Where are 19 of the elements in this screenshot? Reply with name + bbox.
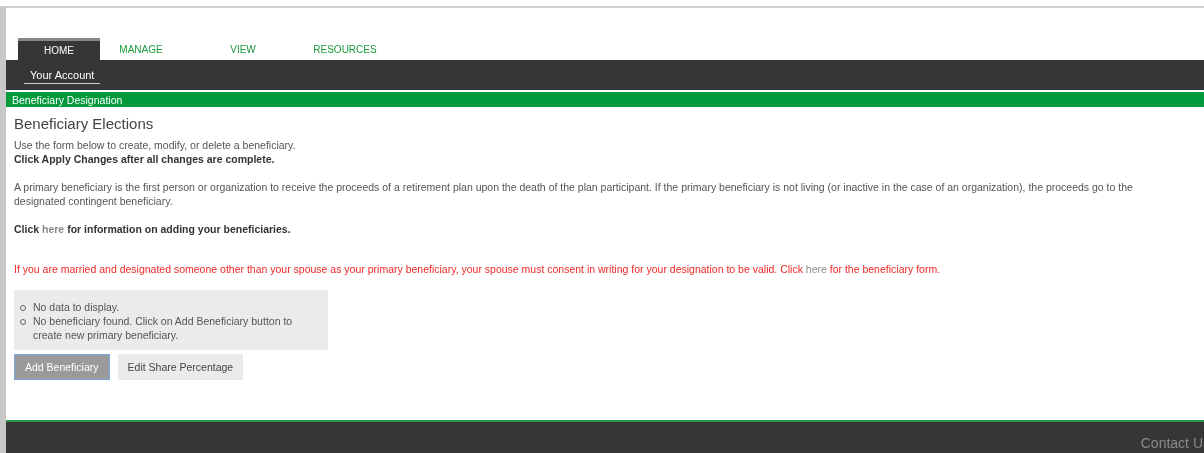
message-text: No beneficiary found. Click on Add Beneficiary button to create new primary beneficiary. — [33, 314, 294, 342]
nav-tab[interactable]: HOME — [18, 38, 100, 60]
nav-tab[interactable]: VIEW — [202, 38, 284, 60]
nav-tab[interactable]: MANAGE — [100, 38, 182, 60]
warning-text: If you are married and designated someone other than your spouse as your primary beneficiary, your spouse must consent in writing for your designation to be valid. Click here for the beneficiary form. — [14, 262, 942, 276]
paragraph: Use the form below to create, modify, or delete a beneficiary. — [14, 138, 297, 152]
paragraph: Click here for information on adding your beneficiaries. — [14, 222, 292, 236]
edit-button[interactable]: Edit Share Percentage — [117, 354, 244, 380]
page-heading: Beneficiary Elections — [14, 115, 155, 132]
subnav-tab[interactable]: Your Account — [24, 66, 101, 84]
here-link[interactable]: here — [42, 223, 65, 235]
contact-link[interactable]: Contact U — [1140, 435, 1203, 453]
paragraph: Click Apply Changes after all changes are complete. — [14, 152, 276, 166]
paragraph: A primary beneficiary is the first person or organization to receive the proceeds of a retirement plan upon the death of the plan participant. If the primary beneficiary is not living (or inactive in the case of an organization), the proceeds go to the designated contingent beneficiary. — [14, 180, 1134, 208]
section-title: Beneficiary Designation — [12, 93, 123, 106]
add-button[interactable]: Add Beneficiary — [14, 354, 110, 380]
here-link[interactable]: here — [805, 263, 827, 275]
nav-tab[interactable]: RESOURCES — [304, 38, 386, 60]
message-text: No data to display. — [33, 300, 120, 314]
